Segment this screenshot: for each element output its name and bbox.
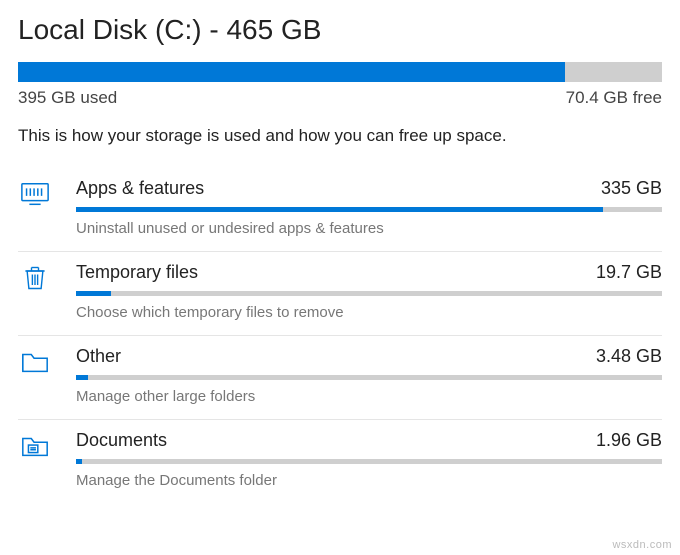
free-label: 70.4 GB free bbox=[566, 88, 662, 108]
category-bar bbox=[76, 207, 662, 212]
trash-icon bbox=[18, 262, 52, 321]
apps-icon bbox=[18, 178, 52, 237]
category-description: Choose which temporary files to remove bbox=[76, 304, 662, 321]
category-description: Uninstall unused or undesired apps & fea… bbox=[76, 220, 662, 237]
category-bar-fill bbox=[76, 291, 111, 296]
category-bar-fill bbox=[76, 207, 603, 212]
category-folder[interactable]: Other 3.48 GB Manage other large folders bbox=[18, 336, 662, 420]
category-bar bbox=[76, 375, 662, 380]
category-size: 1.96 GB bbox=[596, 430, 662, 451]
storage-usage-labels: 395 GB used 70.4 GB free bbox=[18, 88, 662, 108]
category-description: Manage the Documents folder bbox=[76, 472, 662, 489]
category-description: Manage other large folders bbox=[76, 388, 662, 405]
documents-icon bbox=[18, 430, 52, 489]
category-bar bbox=[76, 291, 662, 296]
storage-description: This is how your storage is used and how… bbox=[18, 126, 662, 146]
category-name: Temporary files bbox=[76, 262, 198, 283]
category-bar-fill bbox=[76, 459, 82, 464]
category-name: Apps & features bbox=[76, 178, 204, 199]
category-documents[interactable]: Documents 1.96 GB Manage the Documents f… bbox=[18, 420, 662, 503]
category-size: 19.7 GB bbox=[596, 262, 662, 283]
storage-usage-bar-fill bbox=[18, 62, 565, 82]
category-size: 335 GB bbox=[601, 178, 662, 199]
category-trash[interactable]: Temporary files 19.7 GB Choose which tem… bbox=[18, 252, 662, 336]
used-label: 395 GB used bbox=[18, 88, 117, 108]
category-name: Documents bbox=[76, 430, 167, 451]
category-name: Other bbox=[76, 346, 121, 367]
category-apps[interactable]: Apps & features 335 GB Uninstall unused … bbox=[18, 168, 662, 252]
category-bar-fill bbox=[76, 375, 88, 380]
folder-icon bbox=[18, 346, 52, 405]
category-bar bbox=[76, 459, 662, 464]
storage-usage-bar bbox=[18, 62, 662, 82]
category-size: 3.48 GB bbox=[596, 346, 662, 367]
page-title: Local Disk (C:) - 465 GB bbox=[18, 14, 662, 46]
watermark: wsxdn.com bbox=[612, 539, 672, 551]
